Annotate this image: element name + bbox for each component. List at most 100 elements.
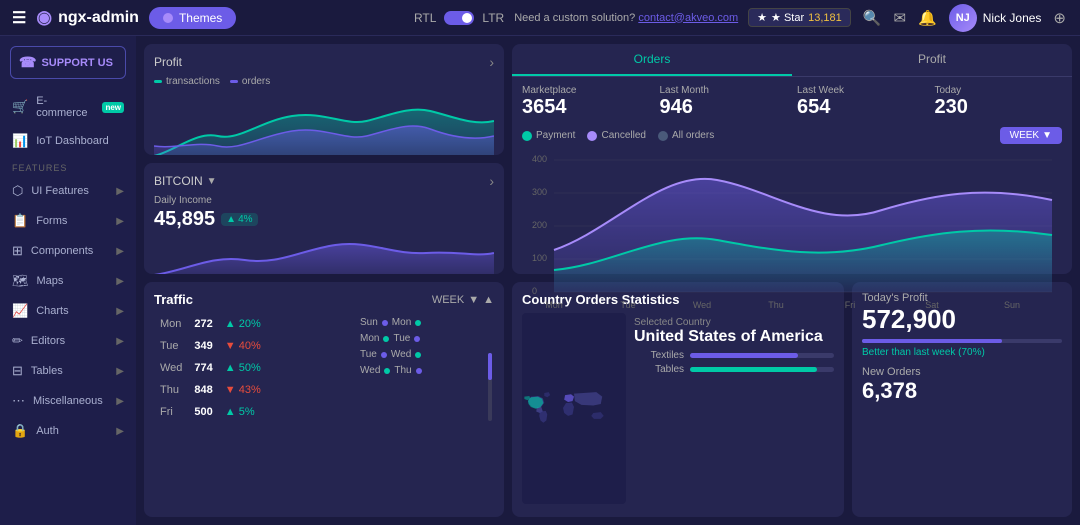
sidebar: ☎ SUPPORT US 🛒 E-commerce new 📊 IoT Dash… (0, 36, 136, 525)
sidebar-item-forms[interactable]: 📋 Forms ▶ (0, 207, 136, 235)
mini-row: Tue Wed (360, 349, 488, 360)
income-pct: 4% (238, 214, 252, 225)
svg-text:200: 200 (532, 220, 547, 230)
sidebar-item-iot[interactable]: 📊 IoT Dashboard (0, 127, 136, 155)
legend-payment: Payment (522, 130, 575, 141)
daily-income-label: Daily Income (154, 195, 494, 206)
textiles-bar-fill (690, 353, 798, 358)
star-icon: ★ (757, 11, 767, 24)
themes-button[interactable]: Themes (149, 7, 236, 29)
today-value: 230 (935, 96, 1063, 119)
sidebar-item-ui[interactable]: ⬡ UI Features ▶ (0, 177, 136, 205)
sidebar-item-maps[interactable]: 🗺 Maps ▶ (0, 267, 136, 295)
hamburger-icon[interactable]: ☰ (12, 8, 26, 28)
sidebar-item-charts[interactable]: 📈 Charts ▶ (0, 297, 136, 325)
svg-text:Wed: Wed (693, 300, 711, 310)
new-badge: new (102, 102, 124, 113)
day-label: Tue (154, 335, 188, 357)
traffic-up-icon[interactable]: ▲ (483, 294, 494, 306)
support-button[interactable]: ☎ SUPPORT US (10, 46, 126, 79)
maps-icon: 🗺 (12, 273, 29, 289)
legend-cancelled: Cancelled (587, 130, 645, 141)
tue-dot (381, 352, 387, 358)
today-label: Today (935, 85, 1063, 96)
stat-last-month: Last Month 946 (660, 85, 788, 119)
auth-label: Auth (36, 425, 59, 437)
scrollbar-thumb (488, 353, 492, 380)
logo-icon: ◉ (36, 7, 52, 28)
user-menu-button[interactable]: ⊕ (1051, 7, 1068, 29)
sidebar-item-left: ⊞ Components (12, 243, 93, 259)
day-num: 272 (188, 313, 218, 335)
bar-row-textiles: Textiles (634, 350, 834, 361)
profit-arrow[interactable]: › (489, 54, 494, 70)
tab-orders[interactable]: Orders (512, 44, 792, 76)
sidebar-item-left: ⊟ Tables (12, 363, 63, 379)
search-button[interactable]: 🔍 (861, 7, 884, 29)
rtl-ltr-toggle: RTL LTR (414, 11, 504, 25)
sidebar-item-ecommerce[interactable]: 🛒 E-commerce new (0, 89, 136, 125)
topbar-icons: 🔍 ✉ 🔔 (861, 7, 939, 29)
arrow-icon: ▶ (116, 276, 124, 287)
support-label: SUPPORT US (41, 57, 113, 69)
support-icon: ☎ (19, 54, 36, 71)
tab-profit[interactable]: Profit (792, 44, 1072, 76)
profit-title: Profit (154, 55, 182, 69)
week-button[interactable]: WEEK ▼ (1000, 127, 1062, 144)
week-dropdown-icon: ▼ (1042, 130, 1052, 141)
svg-text:Thu: Thu (768, 300, 784, 310)
sidebar-item-misc[interactable]: ⋯ Miscellaneous ▶ (0, 387, 136, 415)
sidebar-item-left: 📊 IoT Dashboard (12, 133, 109, 149)
components-icon: ⊞ (12, 243, 23, 259)
week-selector[interactable]: WEEK ▼ ▲ (432, 294, 494, 306)
maps-label: Maps (37, 275, 64, 287)
sidebar-item-editors[interactable]: ✏ Editors ▶ (0, 327, 136, 355)
sidebar-item-auth[interactable]: 🔒 Auth ▶ (0, 417, 136, 445)
svg-text:100: 100 (532, 253, 547, 263)
ltr-label: LTR (482, 11, 504, 25)
scrollbar[interactable] (488, 353, 492, 421)
themes-dot (163, 13, 173, 23)
mail-button[interactable]: ✉ (891, 7, 908, 29)
income-badge: ▲ 4% (221, 213, 257, 226)
country-map (522, 313, 626, 504)
ltr-toggle[interactable] (444, 11, 474, 25)
marketplace-value: 3654 (522, 96, 650, 119)
user-avatar-area[interactable]: NJ Nick Jones (949, 4, 1042, 32)
charts-icon: 📈 (12, 303, 28, 319)
mini-row: Wed Thu (360, 365, 488, 376)
arrow-icon: ▶ (116, 336, 124, 347)
tables-bar-fill (690, 367, 817, 372)
features-section: FEATURES (0, 157, 136, 175)
mini-row: Sun Mon (360, 317, 488, 328)
app-name: ngx-admin (58, 9, 139, 27)
sidebar-item-tables[interactable]: ⊟ Tables ▶ (0, 357, 136, 385)
editors-label: Editors (31, 335, 65, 347)
traffic-title: Traffic (154, 292, 193, 307)
svg-text:Sat: Sat (925, 300, 939, 310)
transactions-dot (154, 80, 162, 83)
orders-legend: Payment Cancelled All orders WEEK ▼ (512, 127, 1072, 150)
sidebar-item-components[interactable]: ⊞ Components ▶ (0, 237, 136, 265)
day-pct: ▲ 5% (219, 401, 354, 423)
cancelled-label: Cancelled (601, 130, 645, 141)
bell-button[interactable]: 🔔 (916, 7, 939, 29)
day-num: 848 (188, 379, 218, 401)
cancelled-dot (587, 131, 597, 141)
topbar-mid: RTL LTR Need a custom solution? contact@… (414, 4, 1068, 32)
week-label: WEEK (1010, 130, 1039, 141)
orders-tabs: Orders Profit (512, 44, 1072, 77)
tue-label: Tue (393, 333, 410, 344)
day-pct: ▲ 50% (219, 357, 354, 379)
bitcoin-title-area[interactable]: BITCOIN ▼ (154, 174, 217, 188)
star-button[interactable]: ★ ★ Star 13,181 (748, 8, 851, 27)
legend-transactions: transactions (154, 76, 220, 87)
tables-label: Tables (31, 365, 63, 377)
sidebar-item-left: 🛒 E-commerce new (12, 95, 124, 119)
mini-row: Mon Tue (360, 333, 488, 344)
custom-link[interactable]: contact@akveo.com (638, 12, 738, 24)
payment-label: Payment (536, 130, 575, 141)
bitcoin-card: BITCOIN ▼ › Daily Income 45,895 ▲ 4% (144, 163, 504, 274)
wed-label: Wed (360, 365, 380, 376)
bitcoin-arrow[interactable]: › (489, 173, 494, 189)
